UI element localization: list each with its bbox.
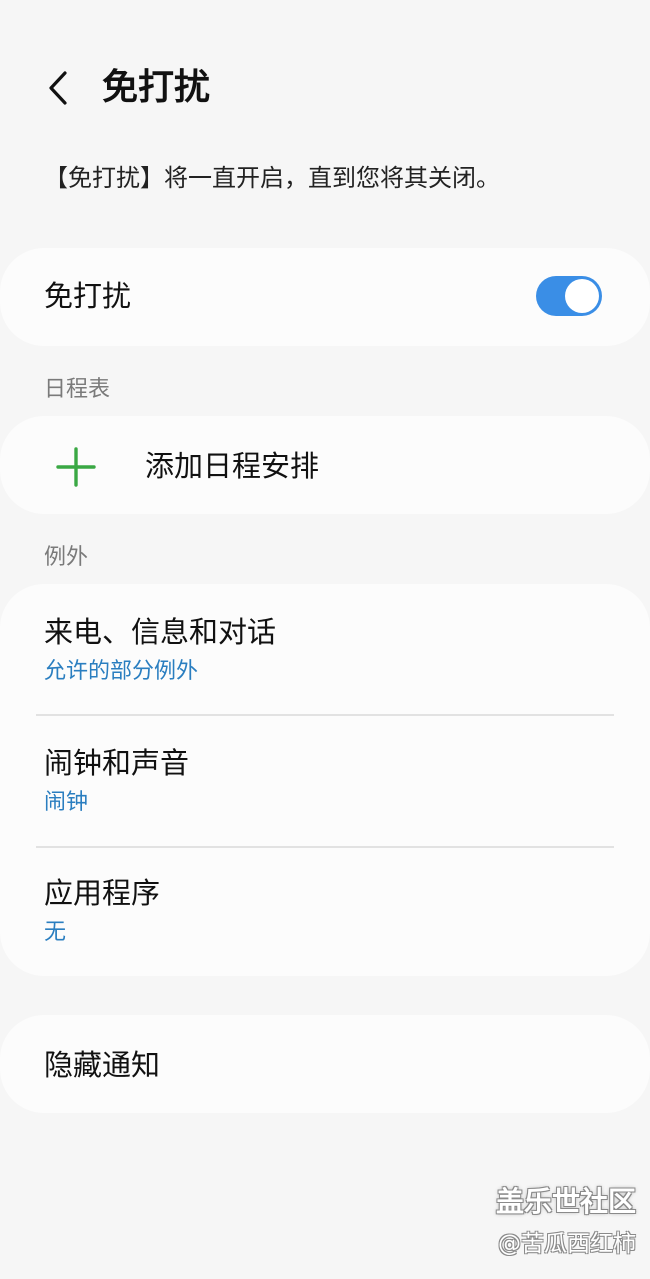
app-header: 免打扰: [0, 0, 650, 176]
chevron-left-icon: [49, 71, 67, 105]
exception-item-subtitle: 无: [44, 920, 67, 945]
exceptions-section-label: 例外: [44, 545, 89, 570]
plus-icon: [56, 447, 96, 487]
back-button[interactable]: [38, 68, 78, 108]
hide-notifications-label: 隐藏通知: [44, 1048, 161, 1082]
exception-item-calls[interactable]: 来电、信息和对话 允许的部分例外: [0, 584, 650, 714]
exception-item-apps[interactable]: 应用程序 无: [0, 848, 650, 976]
exceptions-card: 来电、信息和对话 允许的部分例外 闹钟和声音 闹钟 应用程序 无: [0, 584, 650, 976]
exception-item-title: 闹钟和声音: [44, 746, 190, 780]
schedule-section-label: 日程表: [44, 377, 111, 402]
exception-item-alarms[interactable]: 闹钟和声音 闹钟: [0, 716, 650, 846]
watermark-author: @苦瓜西红柿: [498, 1231, 636, 1257]
hide-notifications-card[interactable]: 隐藏通知: [0, 1015, 650, 1113]
add-schedule-card[interactable]: 添加日程安排: [0, 416, 650, 514]
exception-item-subtitle: 闹钟: [44, 790, 89, 815]
exception-item-subtitle: 允许的部分例外: [44, 659, 199, 684]
dnd-switch-knob: [565, 279, 599, 313]
dnd-toggle-label: 免打扰: [44, 279, 132, 313]
exception-item-title: 应用程序: [44, 876, 161, 910]
page-title: 免打扰: [102, 67, 211, 108]
add-schedule-label: 添加日程安排: [145, 449, 320, 483]
exception-item-title: 来电、信息和对话: [44, 615, 277, 649]
dnd-switch[interactable]: [536, 276, 602, 316]
watermark-logo-text: 盖乐世社区: [495, 1185, 636, 1218]
page-description: 【免打扰】将一直开启，直到您将其关闭。: [44, 164, 500, 192]
